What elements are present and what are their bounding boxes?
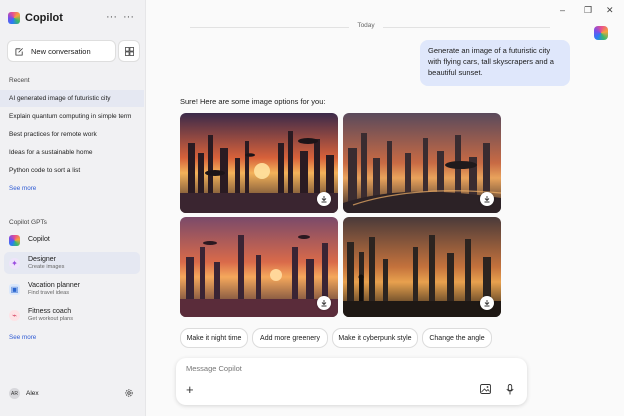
gpt-item-fitness-coach[interactable]: ⌁ Fitness coach Get workout plans	[4, 304, 140, 326]
generated-image-3[interactable]	[180, 217, 338, 317]
microphone-icon[interactable]	[506, 384, 514, 395]
recent-item[interactable]: Python code to sort a list	[0, 162, 144, 179]
generated-image-4[interactable]	[343, 217, 501, 317]
close-button[interactable]: ✕	[606, 5, 614, 16]
designer-icon: ✦	[9, 257, 20, 269]
new-conversation-label: New conversation	[31, 46, 91, 56]
generated-image-2[interactable]	[343, 113, 501, 213]
new-conversation-button[interactable]: New conversation	[7, 40, 116, 62]
copilot-window: Copilot ··· ··· New conversation Recent …	[0, 0, 624, 416]
grid-icon	[124, 46, 134, 56]
download-icon	[484, 196, 490, 203]
gpt-item-vacation-planner[interactable]: ▣ Vacation planner Find travel ideas	[4, 278, 140, 300]
futuristic-city-image	[180, 217, 338, 317]
recent-item[interactable]: Ideas for a sustainable home	[0, 144, 144, 161]
suggestion-chip[interactable]: Change the angle	[422, 328, 492, 348]
download-icon	[321, 300, 327, 307]
user-profile[interactable]: AR Alex	[9, 388, 134, 399]
date-divider: Today	[349, 22, 383, 29]
copilot-gpt-icon	[9, 234, 20, 246]
compose-icon	[15, 47, 23, 56]
download-icon	[321, 196, 327, 203]
gpt-item-copilot[interactable]: Copilot	[4, 229, 140, 251]
download-button[interactable]	[317, 192, 331, 206]
gpt-description: Create images	[28, 263, 65, 270]
history-more-icon[interactable]: ···	[106, 11, 117, 23]
recent-heading: Recent	[9, 77, 30, 84]
sidebar: Copilot ··· ··· New conversation Recent …	[0, 0, 146, 416]
minimize-button[interactable]: –	[560, 5, 565, 15]
gpt-name: Fitness coach	[28, 307, 72, 315]
dumbbell-icon: ⌁	[9, 309, 20, 321]
generated-image-1[interactable]	[180, 113, 338, 213]
see-more-gpts-link[interactable]: See more	[9, 334, 36, 341]
copilot-avatar-icon	[594, 26, 608, 40]
gpt-item-designer[interactable]: ✦ Designer Create images	[4, 252, 140, 274]
message-input[interactable]: Message Copilot	[186, 364, 242, 373]
suggestion-chip[interactable]: Make it cyberpunk style	[332, 328, 418, 348]
download-button[interactable]	[317, 296, 331, 310]
copilot-logo-icon	[8, 12, 20, 24]
recent-item[interactable]: Best practices for remote work	[0, 126, 144, 143]
restore-button[interactable]: ❐	[584, 5, 592, 16]
add-attachment-icon[interactable]: +	[186, 382, 194, 397]
apps-grid-button[interactable]	[118, 40, 140, 62]
message-composer[interactable]: Message Copilot +	[176, 358, 527, 405]
image-icon[interactable]	[480, 384, 491, 394]
gpt-description: Find travel ideas	[28, 289, 70, 296]
see-more-recent-link[interactable]: See more	[9, 185, 36, 192]
futuristic-city-image	[343, 113, 501, 213]
more-options-icon[interactable]: ···	[123, 11, 134, 23]
gpts-heading: Copilot GPTs	[9, 219, 47, 226]
suitcase-icon: ▣	[9, 283, 20, 295]
avatar: AR	[9, 388, 20, 399]
gpt-name: Copilot	[28, 235, 50, 243]
suggestion-chip[interactable]: Make it night time	[180, 328, 248, 348]
assistant-reply: Sure! Here are some image options for yo…	[180, 97, 326, 106]
recent-item[interactable]: Explain quantum computing in simple term	[0, 108, 144, 125]
download-button[interactable]	[480, 192, 494, 206]
futuristic-city-image	[343, 217, 501, 317]
recent-item[interactable]: AI generated image of futuristic city	[0, 90, 144, 107]
suggestion-chip[interactable]: Add more greenery	[252, 328, 328, 348]
app-header: Copilot ··· ···	[8, 10, 138, 26]
futuristic-city-image	[180, 113, 338, 213]
gpt-name: Designer	[28, 255, 57, 263]
download-icon	[484, 300, 490, 307]
gpt-description: Get workout plans	[28, 315, 74, 322]
download-button[interactable]	[480, 296, 494, 310]
gpt-name: Vacation planner	[28, 281, 81, 289]
user-message: Generate an image of a futuristic city w…	[420, 40, 570, 86]
gear-icon[interactable]	[124, 388, 134, 398]
app-title: Copilot	[25, 12, 63, 24]
user-name: Alex	[26, 390, 39, 397]
